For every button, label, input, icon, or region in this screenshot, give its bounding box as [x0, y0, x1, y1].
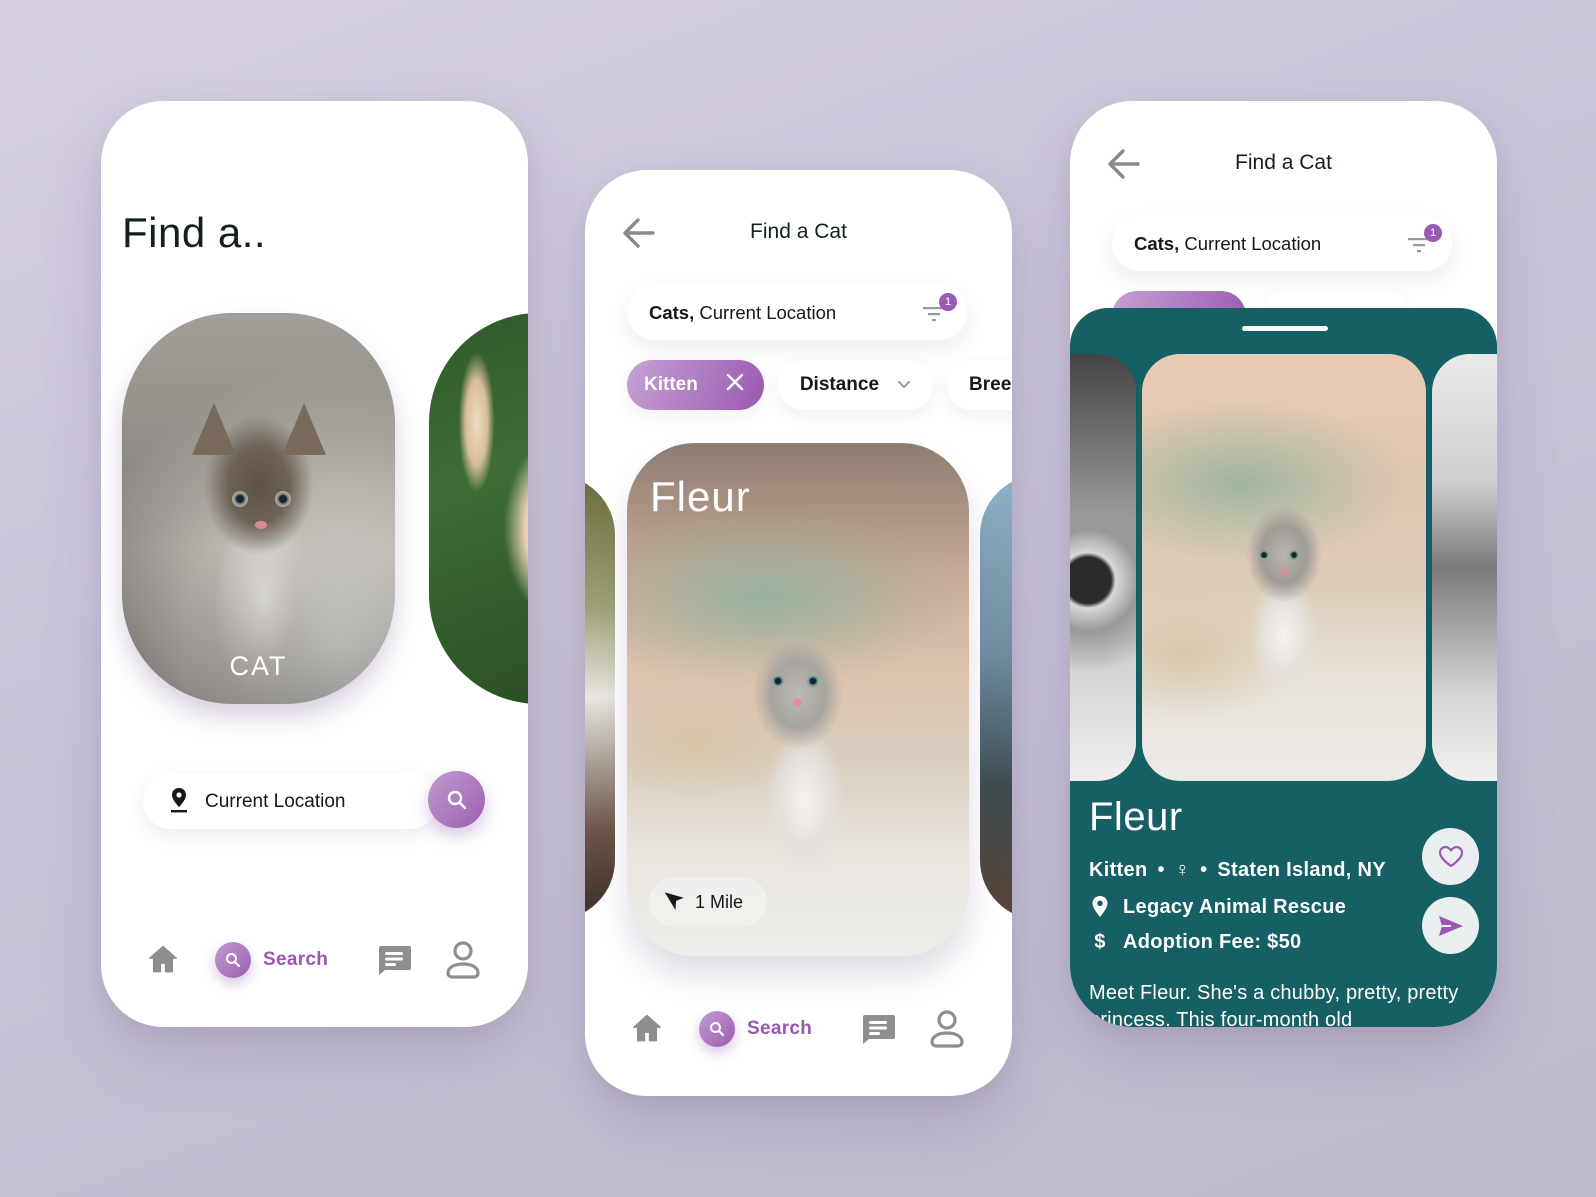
pet-detail-sheet: Fleur Kitten • ♀ • Staten Island, NY Leg…	[1070, 308, 1497, 1027]
photo-prev[interactable]	[1070, 354, 1136, 781]
kitten-nose	[1280, 569, 1288, 575]
dollar-icon: $	[1094, 931, 1106, 953]
chip-kitten[interactable]: Kitten	[627, 360, 764, 410]
pet-photo[interactable]	[1142, 354, 1426, 781]
location-pin-icon	[169, 787, 189, 818]
share-button[interactable]	[1422, 897, 1479, 954]
chat-icon	[863, 1015, 895, 1044]
pet-summary: Kitten • ♀ • Staten Island, NY	[1089, 859, 1386, 881]
nav-search-label: Search	[263, 949, 329, 970]
search-input[interactable]: Cats, Current Location 1	[627, 285, 967, 340]
nav-profile[interactable]	[444, 940, 482, 985]
nav-search[interactable]: Search	[699, 1011, 812, 1047]
navigation-arrow-icon	[663, 888, 687, 917]
nav-search[interactable]: Search	[215, 942, 328, 978]
result-card-next[interactable]	[980, 475, 1012, 920]
bottom-nav: Search	[101, 930, 528, 990]
chip-breeds[interactable]: Breeds	[947, 360, 1012, 410]
nav-home[interactable]	[146, 942, 180, 981]
filter-count-badge: 1	[1424, 224, 1442, 242]
filter-chips: Kitten Distance Breeds	[627, 360, 1012, 410]
page-title: Find a Cat	[1235, 151, 1332, 174]
pet-name: Fleur	[650, 473, 751, 520]
heart-icon	[1438, 845, 1463, 867]
search-query: Cats, Current Location	[649, 302, 837, 323]
user-icon	[446, 941, 480, 979]
photo-next[interactable]	[1432, 354, 1497, 781]
nav-messages[interactable]	[376, 944, 412, 981]
pet-name: Fleur	[1089, 795, 1183, 839]
kitten-eye	[1259, 550, 1269, 560]
location-field[interactable]: Current Location	[143, 773, 438, 829]
result-card-prev[interactable]	[585, 475, 615, 920]
results-screen: Find a Cat Cats, Current Location 1 Kitt…	[585, 170, 1012, 1096]
search-button[interactable]	[428, 771, 485, 828]
category-card-cat[interactable]: CAT	[122, 313, 395, 704]
nav-home[interactable]	[630, 1011, 664, 1050]
search-icon	[447, 790, 466, 809]
user-icon	[930, 1010, 964, 1048]
page-title: Find a..	[122, 209, 267, 256]
pet-description: Meet Fleur. She's a chubby, pretty, pret…	[1089, 982, 1459, 1027]
favorite-button[interactable]	[1422, 828, 1479, 885]
home-screen: Find a.. CAT Current Location Search	[101, 101, 528, 1027]
chevron-down-icon	[897, 374, 911, 396]
sheet-drag-handle[interactable]	[1242, 326, 1328, 331]
kitten-eye	[1289, 550, 1299, 560]
pet-shelter: Legacy Animal Rescue	[1089, 895, 1346, 919]
kitten-eye	[807, 675, 819, 687]
category-card-next[interactable]	[429, 313, 528, 704]
pet-fee: $ Adoption Fee: $50	[1089, 931, 1301, 954]
send-icon	[1438, 915, 1463, 936]
location-pin-icon	[1089, 895, 1111, 919]
location-value: Current Location	[205, 791, 346, 812]
chat-icon	[379, 946, 411, 975]
detail-screen: Find a Cat Cats, Current Location 1 Fleu…	[1070, 101, 1497, 1027]
kitten-nose	[793, 699, 802, 706]
bottom-nav: Search	[585, 999, 1012, 1059]
search-icon	[226, 953, 241, 968]
female-icon: ♀	[1174, 859, 1191, 881]
kitten-eye	[772, 675, 784, 687]
home-icon	[632, 1014, 662, 1042]
page-title: Find a Cat	[750, 220, 847, 243]
chip-distance[interactable]: Distance	[777, 360, 934, 410]
distance-badge: 1 Mile	[649, 877, 768, 927]
nav-profile[interactable]	[928, 1009, 966, 1054]
search-input[interactable]: Cats, Current Location 1	[1112, 216, 1452, 271]
search-query: Cats, Current Location	[1134, 233, 1322, 254]
close-icon[interactable]	[726, 373, 744, 397]
search-icon	[710, 1022, 725, 1037]
category-label: CAT	[229, 651, 288, 681]
filter-count-badge: 1	[939, 293, 957, 311]
nav-messages[interactable]	[860, 1013, 896, 1050]
result-card[interactable]: Fleur 1 Mile	[627, 443, 969, 956]
nav-search-label: Search	[747, 1018, 813, 1039]
home-icon	[148, 945, 178, 973]
